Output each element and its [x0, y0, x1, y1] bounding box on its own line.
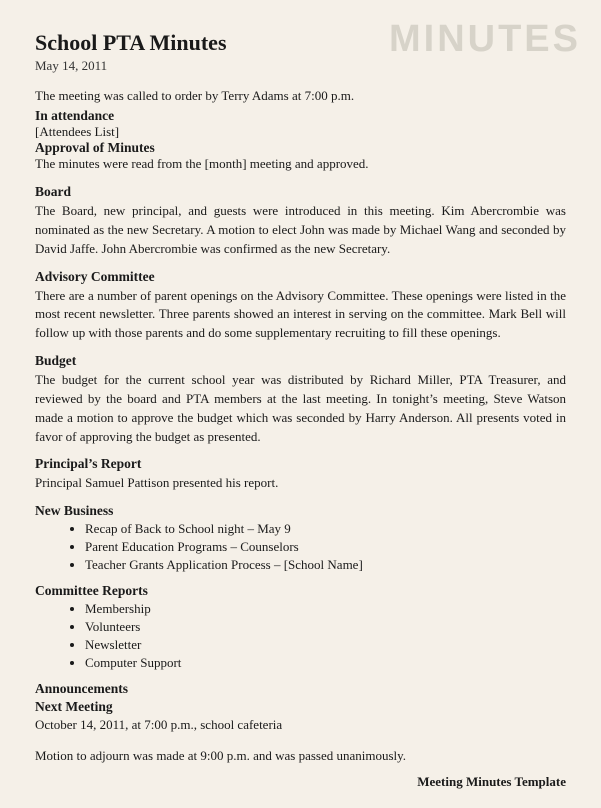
adjournment-text: Motion to adjourn was made at 9:00 p.m. … — [35, 747, 566, 766]
next-meeting-title: Next Meeting — [35, 699, 566, 715]
approval-text: The minutes were read from the [month] m… — [35, 156, 566, 172]
committee-reports-title: Committee Reports — [35, 583, 566, 599]
adjournment-section: Motion to adjourn was made at 9:00 p.m. … — [35, 747, 566, 766]
announcements-section: Announcements Next Meeting October 14, 2… — [35, 681, 566, 735]
list-item: Recap of Back to School night – May 9 — [85, 521, 566, 537]
list-item: Parent Education Programs – Counselors — [85, 539, 566, 555]
committee-reports-list: Membership Volunteers Newsletter Compute… — [85, 601, 566, 671]
advisory-section: Advisory Committee There are a number of… — [35, 269, 566, 344]
document-date: May 14, 2011 — [35, 58, 566, 74]
approval-label: Approval of Minutes — [35, 140, 566, 156]
page: MINUTES School PTA Minutes May 14, 2011 … — [0, 0, 601, 808]
budget-section: Budget The budget for the current school… — [35, 353, 566, 446]
next-meeting-body: October 14, 2011, at 7:00 p.m., school c… — [35, 716, 566, 735]
principals-report-title: Principal’s Report — [35, 456, 566, 472]
announcements-title: Announcements — [35, 681, 566, 697]
new-business-section: New Business Recap of Back to School nig… — [35, 503, 566, 573]
budget-title: Budget — [35, 353, 566, 369]
intro-section: The meeting was called to order by Terry… — [35, 88, 566, 172]
principals-report-body: Principal Samuel Pattison presented his … — [35, 474, 566, 493]
attendance-value: [Attendees List] — [35, 124, 566, 140]
board-section: Board The Board, new principal, and gues… — [35, 184, 566, 259]
new-business-list: Recap of Back to School night – May 9 Pa… — [85, 521, 566, 573]
budget-body: The budget for the current school year w… — [35, 371, 566, 446]
principals-report-section: Principal’s Report Principal Samuel Patt… — [35, 456, 566, 493]
committee-reports-section: Committee Reports Membership Volunteers … — [35, 583, 566, 671]
board-body: The Board, new principal, and guests wer… — [35, 202, 566, 259]
attendance-label: In attendance — [35, 108, 566, 124]
footer-text: Meeting Minutes Template — [417, 774, 566, 790]
intro-text: The meeting was called to order by Terry… — [35, 88, 566, 104]
list-item: Volunteers — [85, 619, 566, 635]
new-business-title: New Business — [35, 503, 566, 519]
document-title: School PTA Minutes — [35, 30, 566, 56]
list-item: Membership — [85, 601, 566, 617]
list-item: Computer Support — [85, 655, 566, 671]
list-item: Teacher Grants Application Process – [Sc… — [85, 557, 566, 573]
list-item: Newsletter — [85, 637, 566, 653]
advisory-title: Advisory Committee — [35, 269, 566, 285]
board-title: Board — [35, 184, 566, 200]
advisory-body: There are a number of parent openings on… — [35, 287, 566, 344]
